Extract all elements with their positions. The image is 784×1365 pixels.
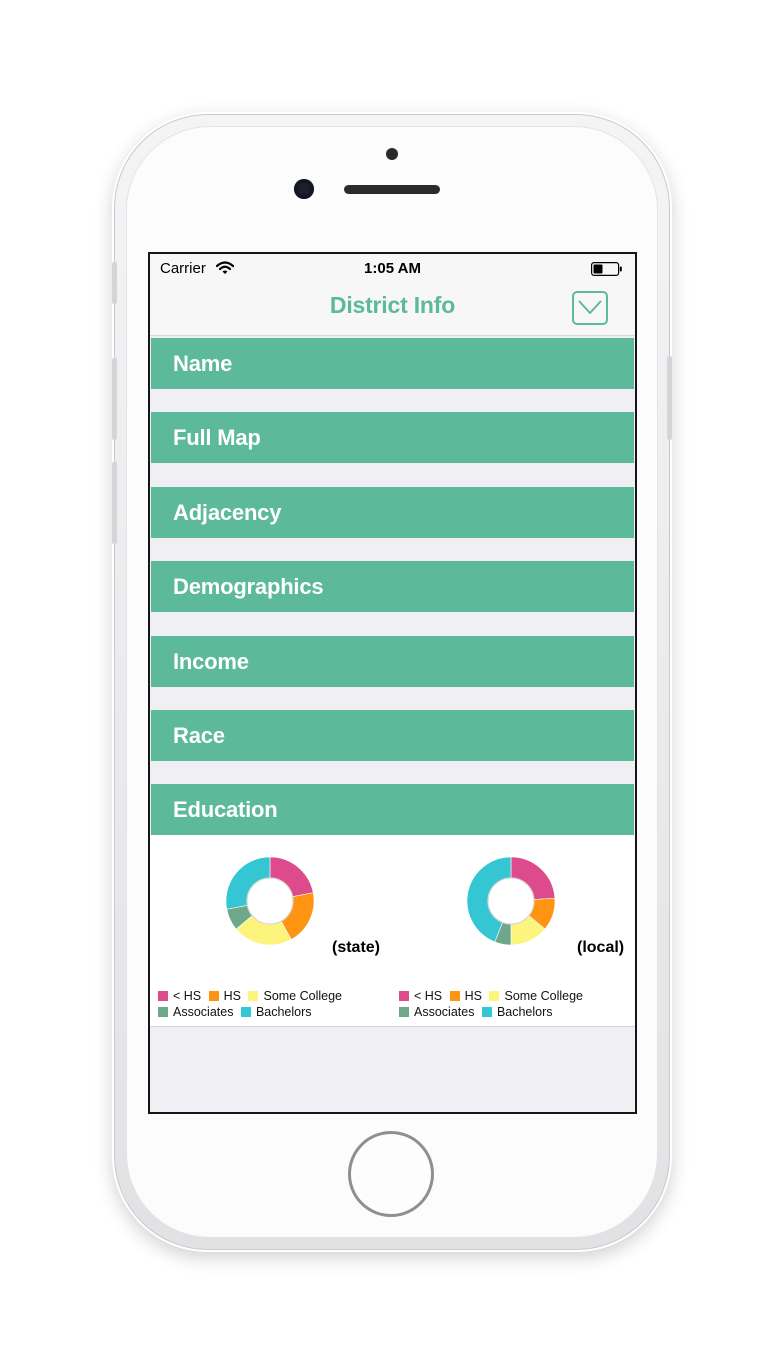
section-demographics[interactable]: Demographics [151, 561, 634, 612]
legend-label: Bachelors [255, 1005, 312, 1019]
mute-switch [112, 262, 117, 304]
collapse-button[interactable] [572, 291, 608, 325]
education-panel: (state) (local) < HS HS Some College Ass… [150, 835, 635, 1027]
legend-item: Some College [248, 988, 342, 1004]
volume-up-button [112, 358, 117, 440]
sensor-dot [386, 148, 398, 160]
legend-item: HS [449, 988, 482, 1004]
state-education-donut-chart [225, 856, 315, 946]
legend-item: Some College [489, 988, 583, 1004]
section-label: Education [173, 797, 278, 822]
state-chart-legend: < HS HS Some College Associates Bachelor… [158, 988, 378, 1020]
legend-item: Bachelors [481, 1004, 553, 1020]
section-race[interactable]: Race [151, 710, 634, 761]
status-bar: Carrier 1:05 AM [150, 254, 635, 282]
section-income[interactable]: Income [151, 636, 634, 687]
local-education-donut-chart [466, 856, 556, 946]
legend-label: Some College [504, 989, 583, 1003]
battery-icon [591, 262, 622, 276]
legend-swatch [158, 1007, 168, 1017]
navigation-bar: District Info [150, 282, 635, 336]
section-name[interactable]: Name [151, 338, 634, 389]
section-label: Demographics [173, 574, 324, 599]
legend-swatch [158, 991, 168, 1001]
state-chart-caption: (state) [332, 939, 381, 956]
legend-item: < HS [399, 988, 442, 1004]
home-button[interactable] [348, 1131, 434, 1217]
section-education[interactable]: Education [151, 784, 634, 835]
legend-swatch [399, 1007, 409, 1017]
legend-swatch [449, 991, 460, 1001]
section-adjacency[interactable]: Adjacency [151, 487, 634, 538]
donut-hole [487, 877, 535, 925]
legend-swatch [248, 991, 259, 1001]
legend-item: Bachelors [240, 1004, 312, 1020]
local-chart-legend: < HS HS Some College Associates Bachelor… [399, 988, 619, 1020]
section-full-map[interactable]: Full Map [151, 412, 634, 463]
donut-hole [246, 877, 294, 925]
section-label: Adjacency [173, 500, 282, 525]
power-button [667, 356, 672, 440]
section-label: Full Map [173, 425, 261, 450]
legend-swatch [240, 1007, 251, 1017]
local-chart-caption: (local) [577, 939, 625, 956]
legend-label: < HS [173, 989, 202, 1003]
legend-label: Some College [263, 989, 342, 1003]
legend-label: Associates [414, 1005, 475, 1019]
status-time: 1:05 AM [364, 260, 421, 277]
section-label: Name [173, 351, 233, 376]
chevron-down-icon [578, 300, 602, 314]
legend-item: < HS [158, 988, 201, 1004]
legend-swatch [481, 1007, 492, 1017]
earpiece-speaker [344, 185, 440, 194]
legend-swatch [208, 991, 219, 1001]
legend-item: HS [208, 988, 241, 1004]
legend-swatch [399, 991, 409, 1001]
front-camera-icon [294, 179, 314, 199]
legend-item: Associates [399, 1004, 474, 1020]
legend-label: HS [464, 989, 482, 1003]
legend-label: < HS [414, 989, 443, 1003]
legend-label: Bachelors [496, 1005, 553, 1019]
device-frame: Carrier 1:05 AM District Info Name Full … [0, 0, 784, 1365]
legend-label: Associates [173, 1005, 234, 1019]
legend-swatch [489, 991, 500, 1001]
section-label: Income [173, 649, 249, 674]
page-title: District Info [329, 292, 456, 318]
legend-label: HS [223, 989, 241, 1003]
app-screen: Carrier 1:05 AM District Info Name Full … [148, 252, 637, 1114]
volume-down-button [112, 462, 117, 544]
section-label: Race [173, 723, 225, 748]
legend-item: Associates [158, 1004, 233, 1020]
